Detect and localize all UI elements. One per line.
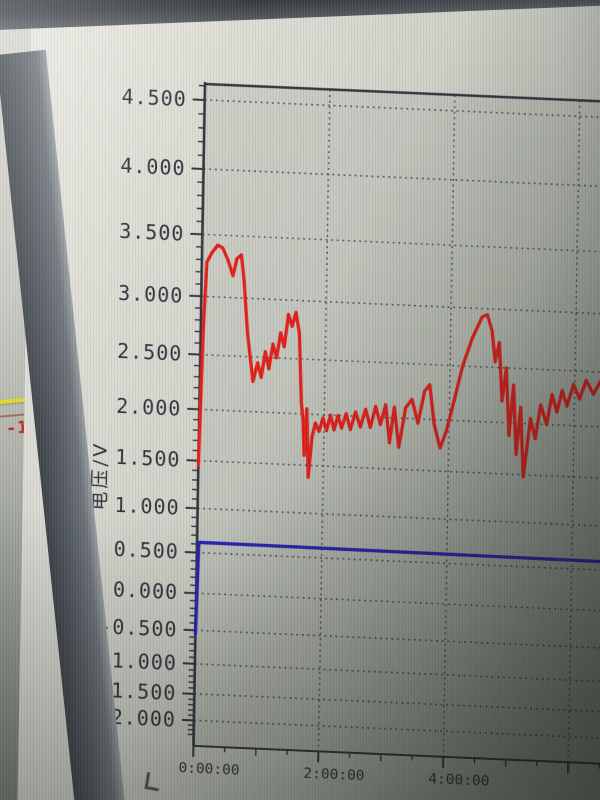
y-tick-label: 4.500 (121, 84, 187, 111)
y-major-tick (182, 662, 195, 665)
y-tick-label: 0.500 (113, 537, 179, 564)
x-tick-label: 0:00:00 (178, 760, 239, 779)
y-tick-label: 1.000 (114, 493, 180, 520)
y-tick-label: 4.000 (120, 153, 186, 180)
y-major-tick (181, 718, 194, 722)
photo-of-screen: -1- 4.500 4.000 3.500 3.000 2.500 2.000 1.500 1… (0, 0, 600, 800)
y-major-tick (184, 591, 197, 595)
y-tick-label: -0.500 (99, 614, 178, 641)
y-major-tick (192, 98, 205, 101)
y-major-tick (183, 628, 196, 632)
x-tick-label: 4:00:00 (428, 771, 489, 790)
y-tick-label: 1.500 (115, 445, 181, 472)
y-major-tick (190, 232, 203, 236)
screen-artifact-mark (144, 772, 162, 792)
y-tick-label: 2.500 (117, 339, 183, 366)
x-tick-label: 2:00:00 (303, 766, 364, 785)
y-tick-label: 0.000 (113, 578, 179, 605)
y-major-tick (187, 407, 200, 411)
y-major-tick (189, 294, 202, 298)
y-major-tick (182, 692, 195, 695)
y-major-tick (185, 506, 198, 510)
y-major-tick (188, 353, 201, 356)
y-major-tick (186, 459, 199, 462)
y-tick-label: 2.000 (116, 394, 182, 421)
y-major-tick (191, 167, 204, 170)
y-tick-label: 3.000 (118, 281, 184, 308)
y-major-tick (184, 551, 197, 554)
y-tick-label: 3.500 (119, 219, 185, 246)
